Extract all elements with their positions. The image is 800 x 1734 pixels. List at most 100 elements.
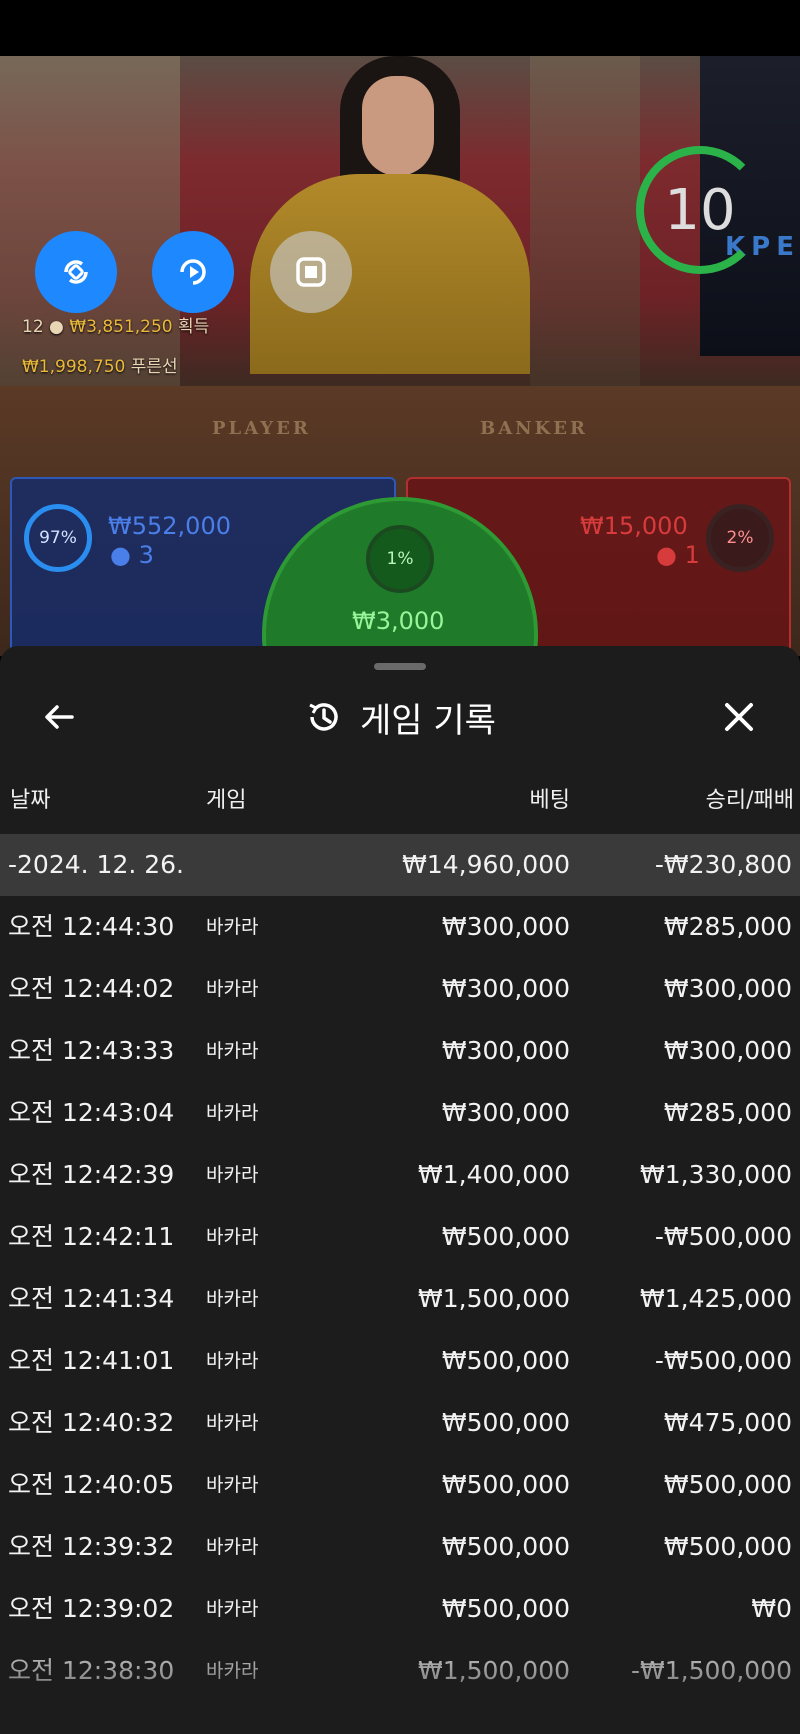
person-icon: ● — [49, 317, 64, 337]
summary-winloss: -₩230,800 — [654, 850, 792, 879]
row-game: 바카라 — [206, 1164, 259, 1186]
stop-icon — [296, 257, 326, 287]
table-row[interactable]: 오전 12:40:32 바카라 ₩500,000 ₩475,000 — [0, 1392, 800, 1454]
row-result: ₩300,000 — [663, 1036, 792, 1065]
replay-button[interactable] — [152, 231, 234, 313]
row-game: 바카라 — [206, 1660, 259, 1682]
table-label-banker: BANKER — [480, 418, 588, 439]
winner-suffix: 획득 — [178, 317, 210, 337]
row-result: ₩1,330,000 — [640, 1160, 792, 1189]
row-bet: ₩300,000 — [441, 1098, 570, 1127]
winner-line: 12 ● ₩3,851,250 획득 — [22, 312, 209, 337]
row-game: 바카라 — [206, 978, 259, 1000]
summary-row[interactable]: -2024. 12. 26. ₩14,960,000 -₩230,800 — [0, 834, 800, 896]
history-table: -2024. 12. 26. ₩14,960,000 -₩230,800 오전 … — [0, 834, 800, 1702]
row-game: 바카라 — [206, 1536, 259, 1558]
row-time: 오전 12:42:39 — [8, 1160, 175, 1189]
row-result: -₩500,000 — [654, 1346, 792, 1375]
banker-count: ● 1 — [656, 541, 700, 569]
dealer-face — [362, 76, 434, 176]
summary-bet: ₩14,960,000 — [402, 850, 570, 879]
row-bet: ₩500,000 — [441, 1470, 570, 1499]
winner-line: ₩1,998,750 푸른선 — [22, 352, 178, 377]
row-game: 바카라 — [206, 1350, 259, 1372]
table-row[interactable]: 오전 12:38:30 바카라 ₩1,500,000 -₩1,500,000 — [0, 1640, 800, 1702]
row-game: 바카라 — [206, 1412, 259, 1434]
row-game: 바카라 — [206, 1474, 259, 1496]
table-row[interactable]: 오전 12:43:04 바카라 ₩300,000 ₩285,000 — [0, 1082, 800, 1144]
stop-button[interactable] — [270, 231, 352, 313]
row-time: 오전 12:44:30 — [8, 912, 175, 941]
column-header-date: 날짜 — [10, 788, 51, 813]
row-bet: ₩300,000 — [441, 912, 570, 941]
row-game: 바카라 — [206, 1226, 259, 1248]
row-bet: ₩500,000 — [441, 1408, 570, 1437]
row-result: ₩1,425,000 — [640, 1284, 792, 1313]
table-row[interactable]: 오전 12:42:39 바카라 ₩1,400,000 ₩1,330,000 — [0, 1144, 800, 1206]
column-header-game: 게임 — [206, 788, 247, 813]
close-icon[interactable] — [716, 694, 762, 740]
rotate-button[interactable] — [35, 231, 117, 313]
table-label-player: PLAYER — [212, 418, 311, 439]
row-time: 오전 12:40:32 — [8, 1408, 175, 1437]
status-bar — [0, 0, 800, 56]
row-result: ₩285,000 — [663, 1098, 792, 1127]
column-header-bet: 베팅 — [529, 788, 570, 813]
row-game: 바카라 — [206, 916, 259, 938]
player-count-value: 3 — [138, 541, 154, 569]
row-time: 오전 12:42:11 — [8, 1222, 175, 1251]
row-bet: ₩300,000 — [441, 1036, 570, 1065]
winner-suffix: 푸른선 — [130, 357, 178, 377]
drag-handle[interactable] — [374, 663, 426, 670]
row-time: 오전 12:39:32 — [8, 1532, 175, 1561]
row-result: -₩1,500,000 — [631, 1656, 792, 1685]
row-bet: ₩300,000 — [441, 974, 570, 1003]
row-result: ₩500,000 — [663, 1532, 792, 1561]
column-header-winloss: 승리/패배 — [705, 788, 794, 813]
timer-value: 10 — [664, 177, 736, 243]
row-bet: ₩1,500,000 — [418, 1656, 570, 1685]
row-result: ₩500,000 — [663, 1470, 792, 1499]
row-result: ₩285,000 — [663, 912, 792, 941]
row-time: 오전 12:41:34 — [8, 1284, 175, 1313]
row-result: ₩300,000 — [663, 974, 792, 1003]
row-bet: ₩500,000 — [441, 1532, 570, 1561]
winner-amount: ₩3,851,250 — [69, 317, 173, 337]
rotate-icon — [64, 260, 88, 284]
banker-percent: 2% — [706, 504, 774, 572]
row-result: -₩500,000 — [654, 1222, 792, 1251]
page-title: 게임 기록 — [360, 700, 496, 741]
row-bet: ₩500,000 — [441, 1594, 570, 1623]
replay-icon — [180, 259, 206, 285]
winner-amount: ₩1,998,750 — [22, 357, 126, 377]
banker-amount: ₩15,000 — [580, 512, 688, 540]
player-amount: ₩552,000 — [108, 512, 231, 540]
person-icon: ● — [110, 541, 131, 569]
table-row[interactable]: 오전 12:40:05 바카라 ₩500,000 ₩500,000 — [0, 1454, 800, 1516]
banker-count-value: 1 — [684, 541, 700, 569]
winner-count: 12 — [22, 317, 44, 337]
row-game: 바카라 — [206, 1040, 259, 1062]
row-time: 오전 12:44:02 — [8, 974, 175, 1003]
table-row[interactable]: 오전 12:44:02 바카라 ₩300,000 ₩300,000 — [0, 958, 800, 1020]
row-bet: ₩1,500,000 — [418, 1284, 570, 1313]
summary-date: -2024. 12. 26. — [8, 850, 185, 879]
row-time: 오전 12:43:33 — [8, 1036, 175, 1065]
countdown-timer: 10 — [636, 146, 764, 274]
sheet-header: 게임 기록 — [0, 694, 800, 741]
player-count: ● 3 — [110, 541, 154, 569]
table-row[interactable]: 오전 12:39:32 바카라 ₩500,000 ₩500,000 — [0, 1516, 800, 1578]
row-game: 바카라 — [206, 1102, 259, 1124]
table-row[interactable]: 오전 12:43:33 바카라 ₩300,000 ₩300,000 — [0, 1020, 800, 1082]
table-row[interactable]: 오전 12:41:34 바카라 ₩1,500,000 ₩1,425,000 — [0, 1268, 800, 1330]
table-row[interactable]: 오전 12:39:02 바카라 ₩500,000 ₩0 — [0, 1578, 800, 1640]
row-time: 오전 12:40:05 — [8, 1470, 175, 1499]
table-row[interactable]: 오전 12:44:30 바카라 ₩300,000 ₩285,000 — [0, 896, 800, 958]
table-row[interactable]: 오전 12:42:11 바카라 ₩500,000 -₩500,000 — [0, 1206, 800, 1268]
person-icon: ● — [656, 541, 677, 569]
player-percent: 97% — [24, 504, 92, 572]
table-row[interactable]: 오전 12:41:01 바카라 ₩500,000 -₩500,000 — [0, 1330, 800, 1392]
row-result: ₩475,000 — [663, 1408, 792, 1437]
game-history-sheet: 게임 기록 날짜 게임 베팅 승리/패배 -2024. 12. 26. ₩14,… — [0, 646, 800, 1734]
row-result: ₩0 — [751, 1594, 792, 1623]
